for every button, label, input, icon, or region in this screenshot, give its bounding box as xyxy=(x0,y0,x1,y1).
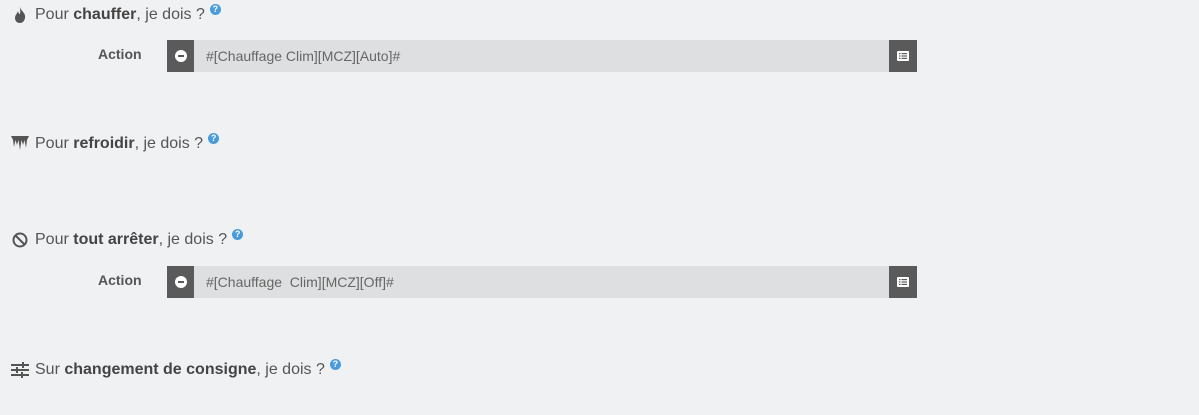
select-command-button[interactable] xyxy=(889,40,917,72)
select-command-button[interactable] xyxy=(889,266,917,298)
section-setpoint-title: Sur changement de consigne, je dois ? ? xyxy=(11,358,341,379)
section-stop-title: Pour tout arrêter, je dois ? ? xyxy=(11,228,244,249)
action-label: Action xyxy=(98,46,142,62)
minus-circle-icon xyxy=(174,276,187,288)
ban-icon xyxy=(11,231,29,249)
remove-action-button[interactable] xyxy=(167,40,194,72)
fire-icon xyxy=(11,6,29,24)
list-icon xyxy=(897,277,909,287)
remove-action-button[interactable] xyxy=(167,266,194,298)
section-heat-title: Pour chauffer, je dois ? ? xyxy=(11,3,221,24)
action-label: Action xyxy=(98,272,142,288)
list-icon xyxy=(897,51,909,61)
sliders-icon xyxy=(11,361,29,379)
help-icon[interactable]: ? xyxy=(329,358,341,370)
help-icon[interactable]: ? xyxy=(232,228,244,240)
help-icon[interactable]: ? xyxy=(208,132,220,144)
icicles-icon xyxy=(11,135,29,153)
action-field-container xyxy=(167,40,917,72)
action-command-input[interactable] xyxy=(194,266,889,298)
section-cool-title: Pour refroidir, je dois ? ? xyxy=(11,132,220,153)
help-icon[interactable]: ? xyxy=(209,3,221,15)
minus-circle-icon xyxy=(174,50,187,62)
action-command-input[interactable] xyxy=(194,40,889,72)
action-field-container xyxy=(167,266,917,298)
